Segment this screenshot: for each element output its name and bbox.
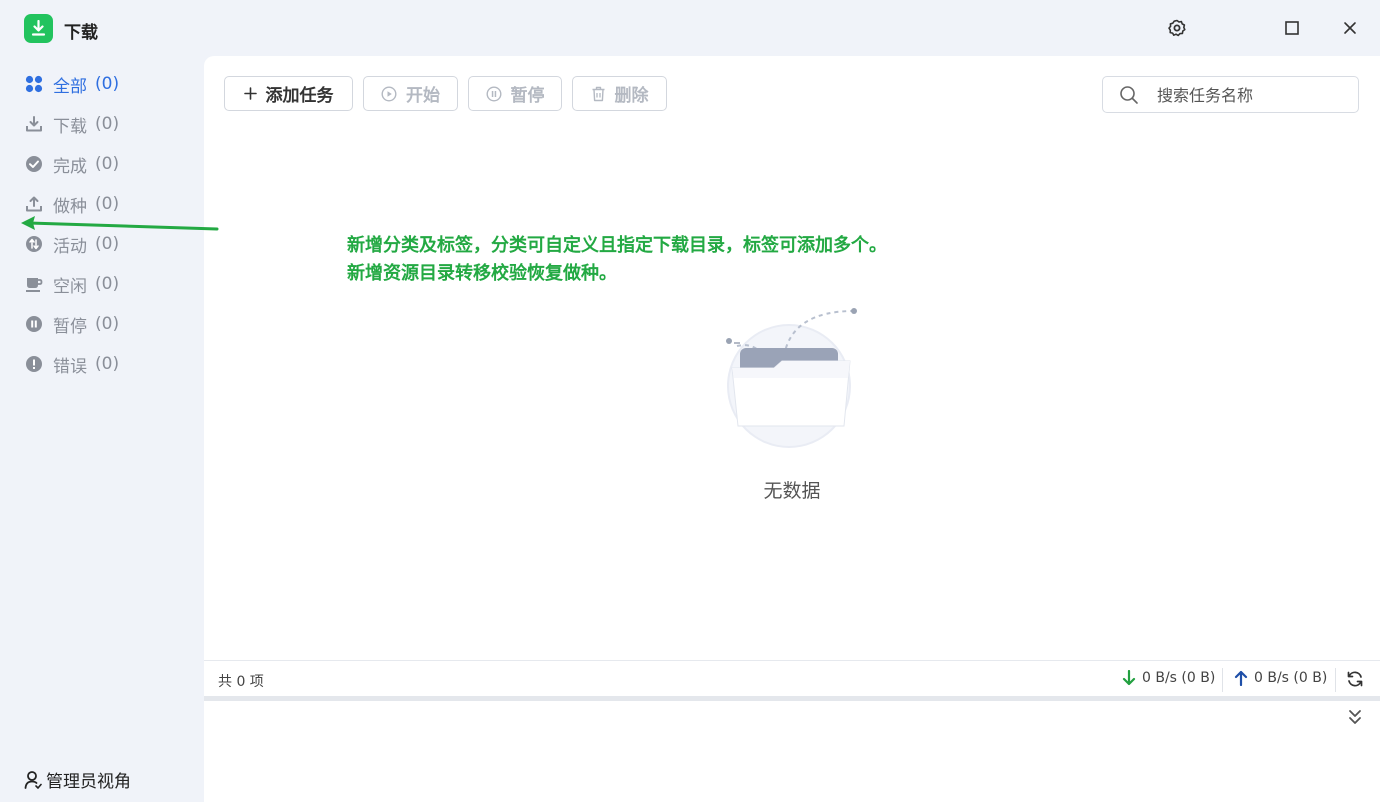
download-icon — [24, 114, 44, 134]
chevron-double-down-icon[interactable] — [1347, 708, 1363, 726]
upload-icon — [24, 194, 44, 214]
status-divider — [1335, 668, 1336, 692]
start-label: 开始 — [406, 86, 440, 106]
sidebar: 全部 (0) 下载 (0) 完成 (0) 做种 (0) 活动 (0) 空闲 (0… — [0, 56, 204, 802]
maximize-icon[interactable] — [1280, 16, 1304, 40]
download-speed-value: 0 B/s (0 B) — [1142, 670, 1216, 686]
play-circle-icon — [381, 85, 397, 102]
sidebar-item-label: 空闲 — [53, 276, 87, 297]
annotation-line-1: 新增分类及标签，分类可自定义且指定下载目录，标签可添加多个。 — [347, 235, 887, 256]
title-bar: 下载 — [0, 0, 1380, 56]
pause-label: 暂停 — [510, 86, 545, 106]
plus-icon — [243, 87, 257, 100]
settings-gear-icon[interactable] — [1165, 16, 1189, 40]
search-input[interactable] — [1157, 83, 1347, 107]
trash-icon — [591, 86, 606, 102]
sidebar-item-label: 下载 — [53, 116, 87, 137]
sidebar-item-all[interactable]: 全部 (0) — [24, 71, 119, 97]
delete-button[interactable]: 删除 — [572, 76, 667, 111]
pause-button[interactable]: 暂停 — [468, 76, 562, 111]
app-title: 下载 — [64, 23, 98, 43]
arrow-up-icon — [1234, 670, 1248, 686]
pause-icon — [485, 85, 502, 102]
annotation-text: 新增分类及标签，分类可自定义且指定下载目录，标签可添加多个。 新增资源目录转移校… — [347, 232, 887, 288]
app-window: 下载 全部 (0) 下载 (0) 完成 (0) 做种 (0) 活动 (0) 空闲… — [0, 0, 1380, 802]
sidebar-item-count: (0) — [95, 74, 120, 94]
sidebar-item-label: 错误 — [53, 356, 87, 377]
upload-speed-value: 0 B/s (0 B) — [1254, 670, 1328, 686]
refresh-icon[interactable] — [1346, 670, 1364, 688]
sidebar-item-label: 活动 — [53, 236, 87, 257]
upload-speed: 0 B/s (0 B) — [1234, 670, 1327, 686]
search-box — [1102, 76, 1359, 113]
panel-splitter[interactable] — [204, 696, 1380, 701]
add-task-button[interactable]: 添加任务 — [224, 76, 353, 111]
sidebar-item-label: 完成 — [53, 156, 87, 177]
start-button[interactable]: 开始 — [363, 76, 458, 111]
sidebar-item-idle[interactable]: 空闲 (0) — [24, 271, 119, 297]
sidebar-item-seeding[interactable]: 做种 (0) — [24, 191, 119, 217]
sidebar-item-error[interactable]: 错误 (0) — [24, 351, 119, 377]
sidebar-item-paused[interactable]: 暂停 (0) — [24, 311, 119, 337]
sidebar-item-completed[interactable]: 完成 (0) — [24, 151, 119, 177]
alert-circle-icon — [24, 354, 44, 374]
arrow-down-icon — [1122, 670, 1136, 686]
sidebar-item-count: (0) — [95, 114, 120, 134]
sidebar-item-label: 全部 — [53, 76, 87, 97]
sidebar-item-label: 做种 — [53, 196, 87, 217]
add-task-label: 添加任务 — [265, 86, 334, 106]
delete-label: 删除 — [614, 86, 649, 106]
admin-view-toggle[interactable]: 管理员视角 — [24, 767, 131, 792]
main-panel: 添加任务 开始 暂停 删除 搜索任务名称 新增分类及标签，分类可自定义且指定下载… — [21, 56, 1380, 802]
download-speed: 0 B/s (0 B) — [1122, 670, 1215, 686]
sidebar-item-active[interactable]: 活动 (0) — [24, 231, 119, 257]
grid-icon — [24, 74, 44, 94]
close-icon[interactable] — [1338, 16, 1362, 40]
total-count: 共 0 项 — [218, 674, 264, 690]
check-circle-icon — [24, 154, 44, 174]
annotation-arrow — [21, 216, 219, 231]
sidebar-item-count: (0) — [95, 154, 120, 174]
empty-folder-illustration — [726, 308, 857, 448]
coffee-icon — [24, 274, 44, 294]
admin-view-label: 管理员视角 — [46, 772, 131, 792]
annotation-line-2: 新增资源目录转移校验恢复做种。 — [347, 263, 617, 284]
sidebar-item-downloading[interactable]: 下载 (0) — [24, 111, 119, 137]
download-app-icon — [24, 14, 53, 43]
status-divider — [1222, 668, 1223, 692]
search-icon — [1119, 85, 1139, 109]
status-bar: 共 0 项 0 B/s (0 B) 0 B/s (0 B) — [204, 660, 1380, 697]
empty-state-text: 无数据 — [763, 480, 821, 502]
pause-circle-icon — [24, 314, 44, 334]
user-icon — [24, 770, 42, 790]
sidebar-item-label: 暂停 — [53, 316, 87, 337]
activity-icon — [24, 234, 44, 254]
